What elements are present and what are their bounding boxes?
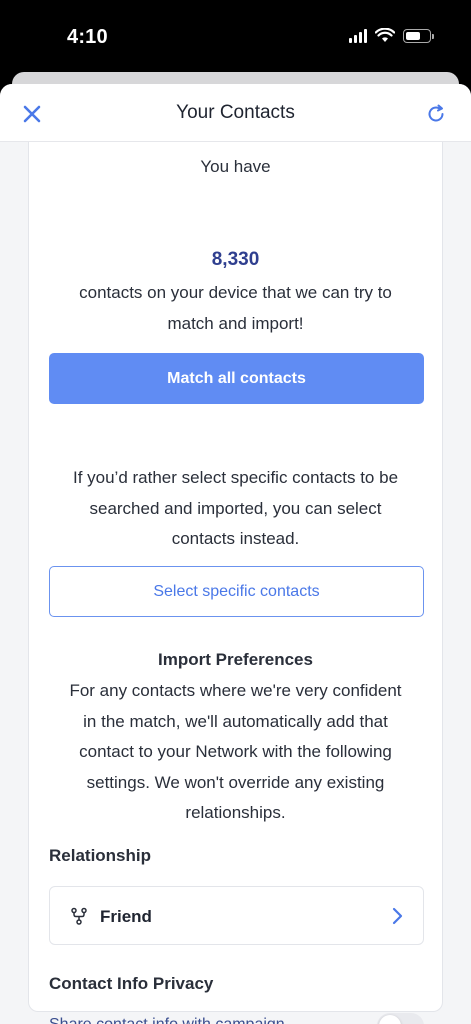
toggle-knob xyxy=(379,1015,401,1024)
cellular-signal-icon xyxy=(349,28,367,43)
intro-line-2: contacts on your device that we can try … xyxy=(79,283,392,302)
select-text-line-2: searched and imported, you can select xyxy=(89,499,382,518)
select-text-line-3: contacts instead. xyxy=(171,529,300,548)
intro-line-1: You have xyxy=(200,157,271,176)
import-prefs-line-4: settings. We won't override any existing xyxy=(86,773,385,792)
import-preferences-title: Import Preferences xyxy=(158,650,313,669)
contact-count: 8,330 xyxy=(211,249,260,270)
wifi-icon xyxy=(375,28,395,42)
battery-icon xyxy=(403,28,434,43)
refresh-icon[interactable] xyxy=(425,103,447,125)
import-prefs-line-3: contact to your Network with the followi… xyxy=(79,742,392,761)
intro-line-3: match and import! xyxy=(167,314,304,333)
select-text-line-1: If you’d rather select specific contacts… xyxy=(72,468,399,487)
share-contact-info-toggle[interactable] xyxy=(377,1013,424,1024)
select-specific-contacts-button[interactable]: Select specific contacts xyxy=(49,566,424,617)
share-contact-info-label: Share contact info with campaign xyxy=(49,1016,285,1024)
page-title: Your Contacts xyxy=(176,102,295,123)
status-bar: 4:10 xyxy=(0,0,471,72)
contacts-card: You have 8,330 contacts on your device t… xyxy=(28,142,443,1024)
relationship-selector[interactable]: Friend xyxy=(49,886,424,945)
import-prefs-line-1: For any contacts where we're very confid… xyxy=(69,681,402,700)
contact-info-privacy-heading: Contact Info Privacy xyxy=(49,974,214,993)
relationship-heading: Relationship xyxy=(49,846,152,865)
import-prefs-line-5: relationships. xyxy=(185,803,286,822)
match-all-contacts-button[interactable]: Match all contacts xyxy=(49,353,424,404)
chevron-right-icon xyxy=(392,907,403,925)
contacts-sheet: Your Contacts You have 8,330 contacts on… xyxy=(0,84,471,1024)
import-prefs-line-2: in the match, we'll automatically add th… xyxy=(83,712,388,731)
status-time: 4:10 xyxy=(67,26,108,48)
status-icons xyxy=(349,28,434,43)
header: Your Contacts xyxy=(0,84,471,142)
branch-icon xyxy=(71,907,87,925)
relationship-value: Friend xyxy=(100,907,152,926)
